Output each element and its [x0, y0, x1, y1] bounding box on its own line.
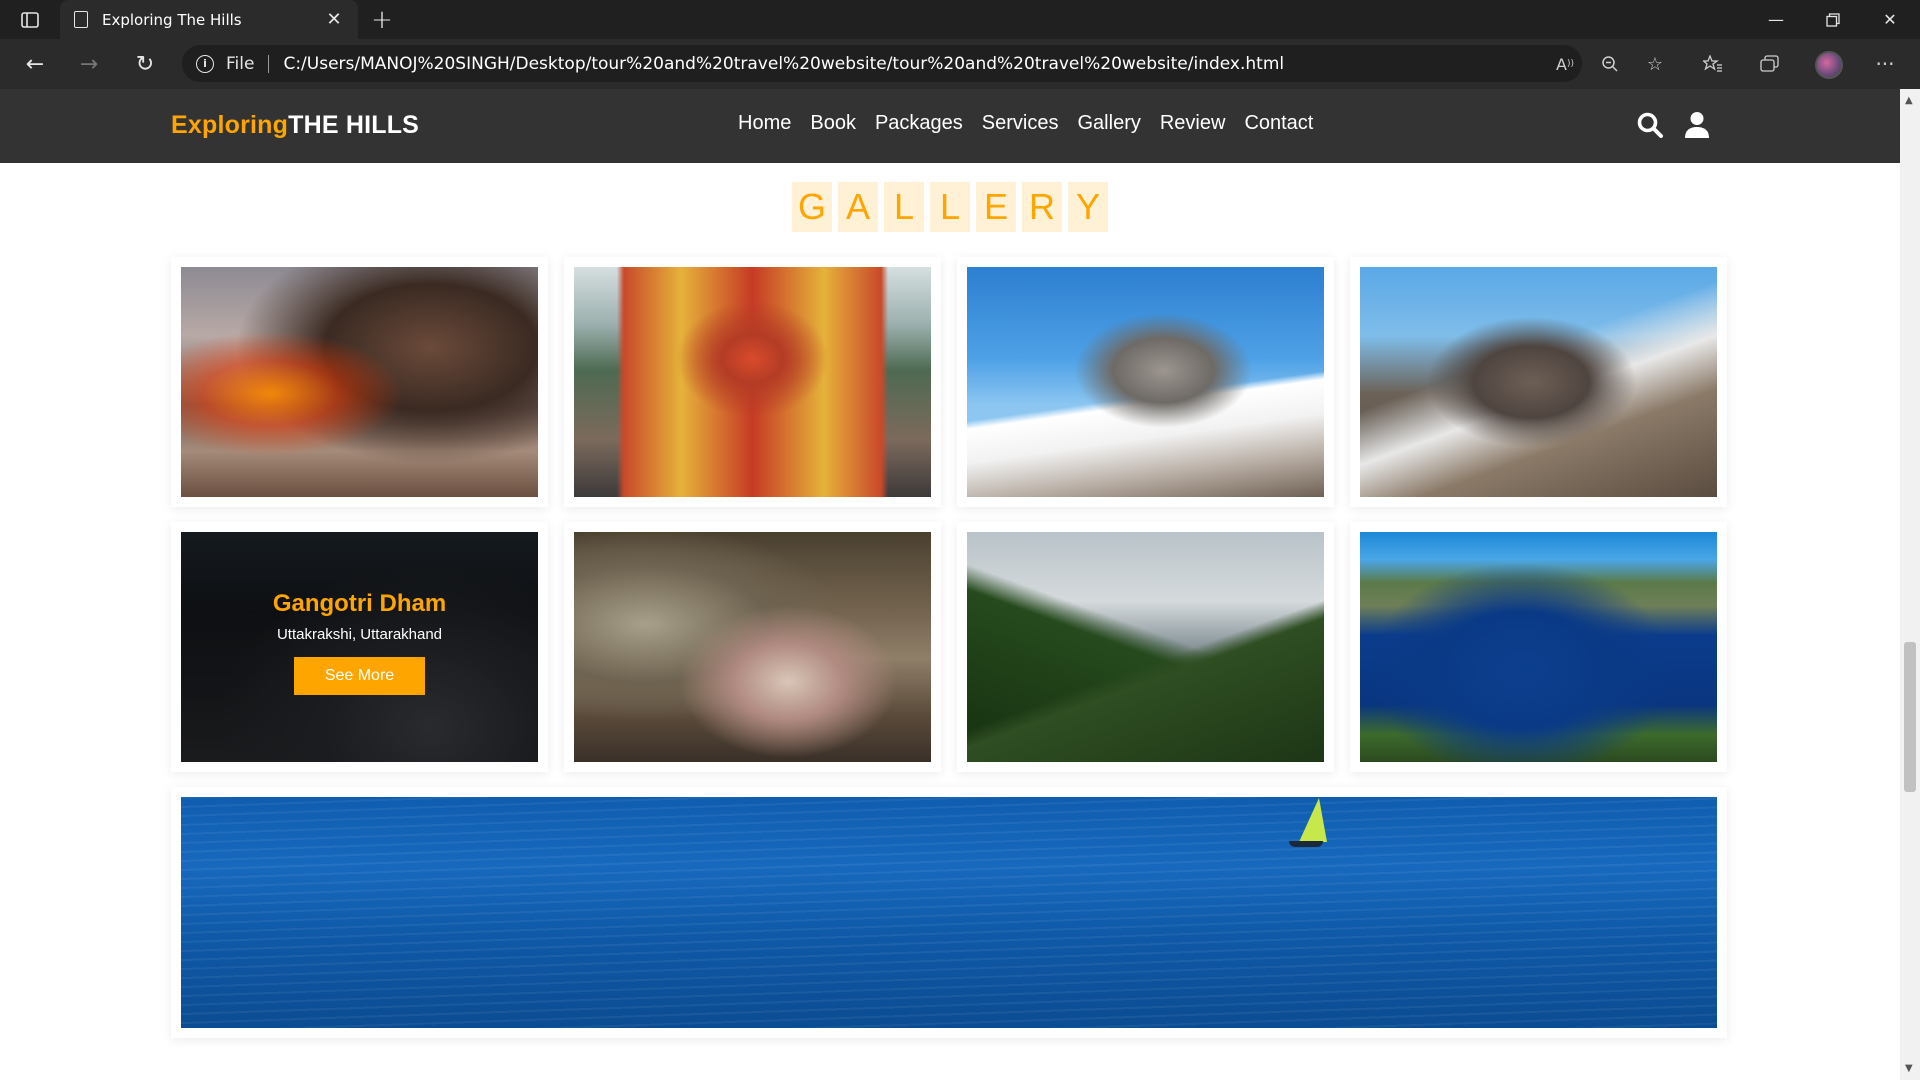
address-url[interactable]: C:/Users/MANOJ%20SINGH/Desktop/tour%20an… [283, 54, 1284, 74]
gallery-image [181, 797, 1717, 1028]
gallery-heading: G A L L E R Y [0, 182, 1900, 232]
gallery-card-yamunotri[interactable] [564, 522, 941, 772]
profile-avatar[interactable] [1815, 51, 1843, 79]
browser-tab[interactable]: Exploring The Hills ✕ [60, 0, 358, 39]
see-more-button[interactable]: See More [293, 656, 426, 695]
more-options-icon[interactable]: ··· [1872, 51, 1898, 77]
logo-accent-text: Exploring [171, 111, 289, 139]
close-tab-icon[interactable]: ✕ [324, 9, 344, 30]
site-header: ExploringTHE HILLS Home Book Packages Se… [0, 89, 1900, 163]
gallery-image [1360, 267, 1717, 497]
browser-tabstrip: Exploring The Hills ✕ + — ✕ [0, 0, 1920, 39]
restore-button[interactable] [1805, 0, 1861, 39]
gallery-card-tungnath[interactable] [1350, 257, 1727, 507]
scroll-down-icon[interactable]: ▼ [1905, 1063, 1913, 1074]
scroll-up-icon[interactable]: ▲ [1905, 95, 1913, 106]
nav-services[interactable]: Services [982, 112, 1059, 135]
gallery-card-snow-temple[interactable] [957, 257, 1334, 507]
forward-button[interactable]: → [72, 48, 106, 80]
site-info-icon[interactable]: i [196, 54, 214, 73]
read-aloud-icon[interactable]: A)) [1552, 51, 1578, 77]
gallery-card-kedarnath[interactable] [171, 257, 548, 507]
heading-letter: E [976, 182, 1016, 232]
nav-gallery[interactable]: Gallery [1078, 112, 1141, 135]
user-icon[interactable] [1684, 111, 1712, 139]
add-favorite-icon[interactable]: ☆ [1642, 51, 1668, 77]
page-viewport: ExploringTHE HILLS Home Book Packages Se… [0, 89, 1900, 1080]
overlay-title: Gangotri Dham [272, 589, 447, 617]
minimize-button[interactable]: — [1748, 0, 1804, 39]
gallery-card-lake[interactable] [171, 787, 1727, 1038]
reload-button[interactable]: ↻ [128, 48, 162, 80]
favorites-icon[interactable] [1700, 51, 1726, 77]
overlay-location: Uttakrakshi, Uttarakhand [276, 625, 443, 643]
collections-icon[interactable] [1757, 51, 1783, 77]
gallery-image [967, 267, 1324, 497]
heading-letter: Y [1068, 182, 1108, 232]
address-bar[interactable]: i File C:/Users/MANOJ%20SINGH/Desktop/to… [182, 45, 1582, 82]
heading-letter: L [884, 182, 924, 232]
nav-book[interactable]: Book [810, 112, 856, 135]
back-button[interactable]: ← [18, 48, 52, 80]
gallery-image: Gangotri Dham Uttakrakshi, Uttarakhand S… [181, 532, 538, 762]
new-tab-button[interactable]: + [366, 4, 398, 36]
close-window-button[interactable]: ✕ [1862, 0, 1918, 39]
gallery-image [1360, 532, 1717, 762]
zoom-out-icon[interactable] [1597, 51, 1623, 77]
nav-packages[interactable]: Packages [875, 112, 963, 135]
gallery-card-nainital[interactable] [1350, 522, 1727, 772]
page-scrollbar[interactable]: ▲ ▼ [1900, 89, 1920, 1080]
heading-letter: A [838, 182, 878, 232]
browser-toolbar: ← → ↻ i File C:/Users/MANOJ%20SINGH/Desk… [0, 39, 1920, 89]
scrollbar-thumb[interactable] [1904, 642, 1916, 792]
main-nav: Home Book Packages Services Gallery Revi… [738, 112, 1332, 135]
logo-text: THE HILLS [288, 111, 420, 139]
tab-title: Exploring The Hills [102, 10, 242, 29]
gallery-card-mussoorie[interactable] [957, 522, 1334, 772]
sailboat-sail [1299, 798, 1327, 842]
gallery-image [574, 532, 931, 762]
search-icon[interactable] [1636, 111, 1664, 139]
gallery-card-gangotri[interactable]: Gangotri Dham Uttakrakshi, Uttarakhand S… [171, 522, 548, 772]
document-icon [74, 11, 88, 28]
gallery-image [181, 267, 538, 497]
gallery-image [967, 532, 1324, 762]
address-scheme: File [226, 53, 255, 74]
address-divider [268, 54, 270, 73]
heading-letter: R [1022, 182, 1062, 232]
tab-actions-icon[interactable] [14, 8, 46, 32]
gallery-image [574, 267, 931, 497]
gallery-overlay: Gangotri Dham Uttakrakshi, Uttarakhand S… [181, 532, 538, 762]
nav-contact[interactable]: Contact [1244, 112, 1313, 135]
gallery-card-badrinath[interactable] [564, 257, 941, 507]
heading-letter: L [930, 182, 970, 232]
nav-home[interactable]: Home [738, 112, 791, 135]
nav-review[interactable]: Review [1160, 112, 1226, 135]
heading-letter: G [792, 182, 832, 232]
site-logo[interactable]: ExploringTHE HILLS [171, 111, 419, 140]
sailboat-hull [1289, 841, 1323, 847]
